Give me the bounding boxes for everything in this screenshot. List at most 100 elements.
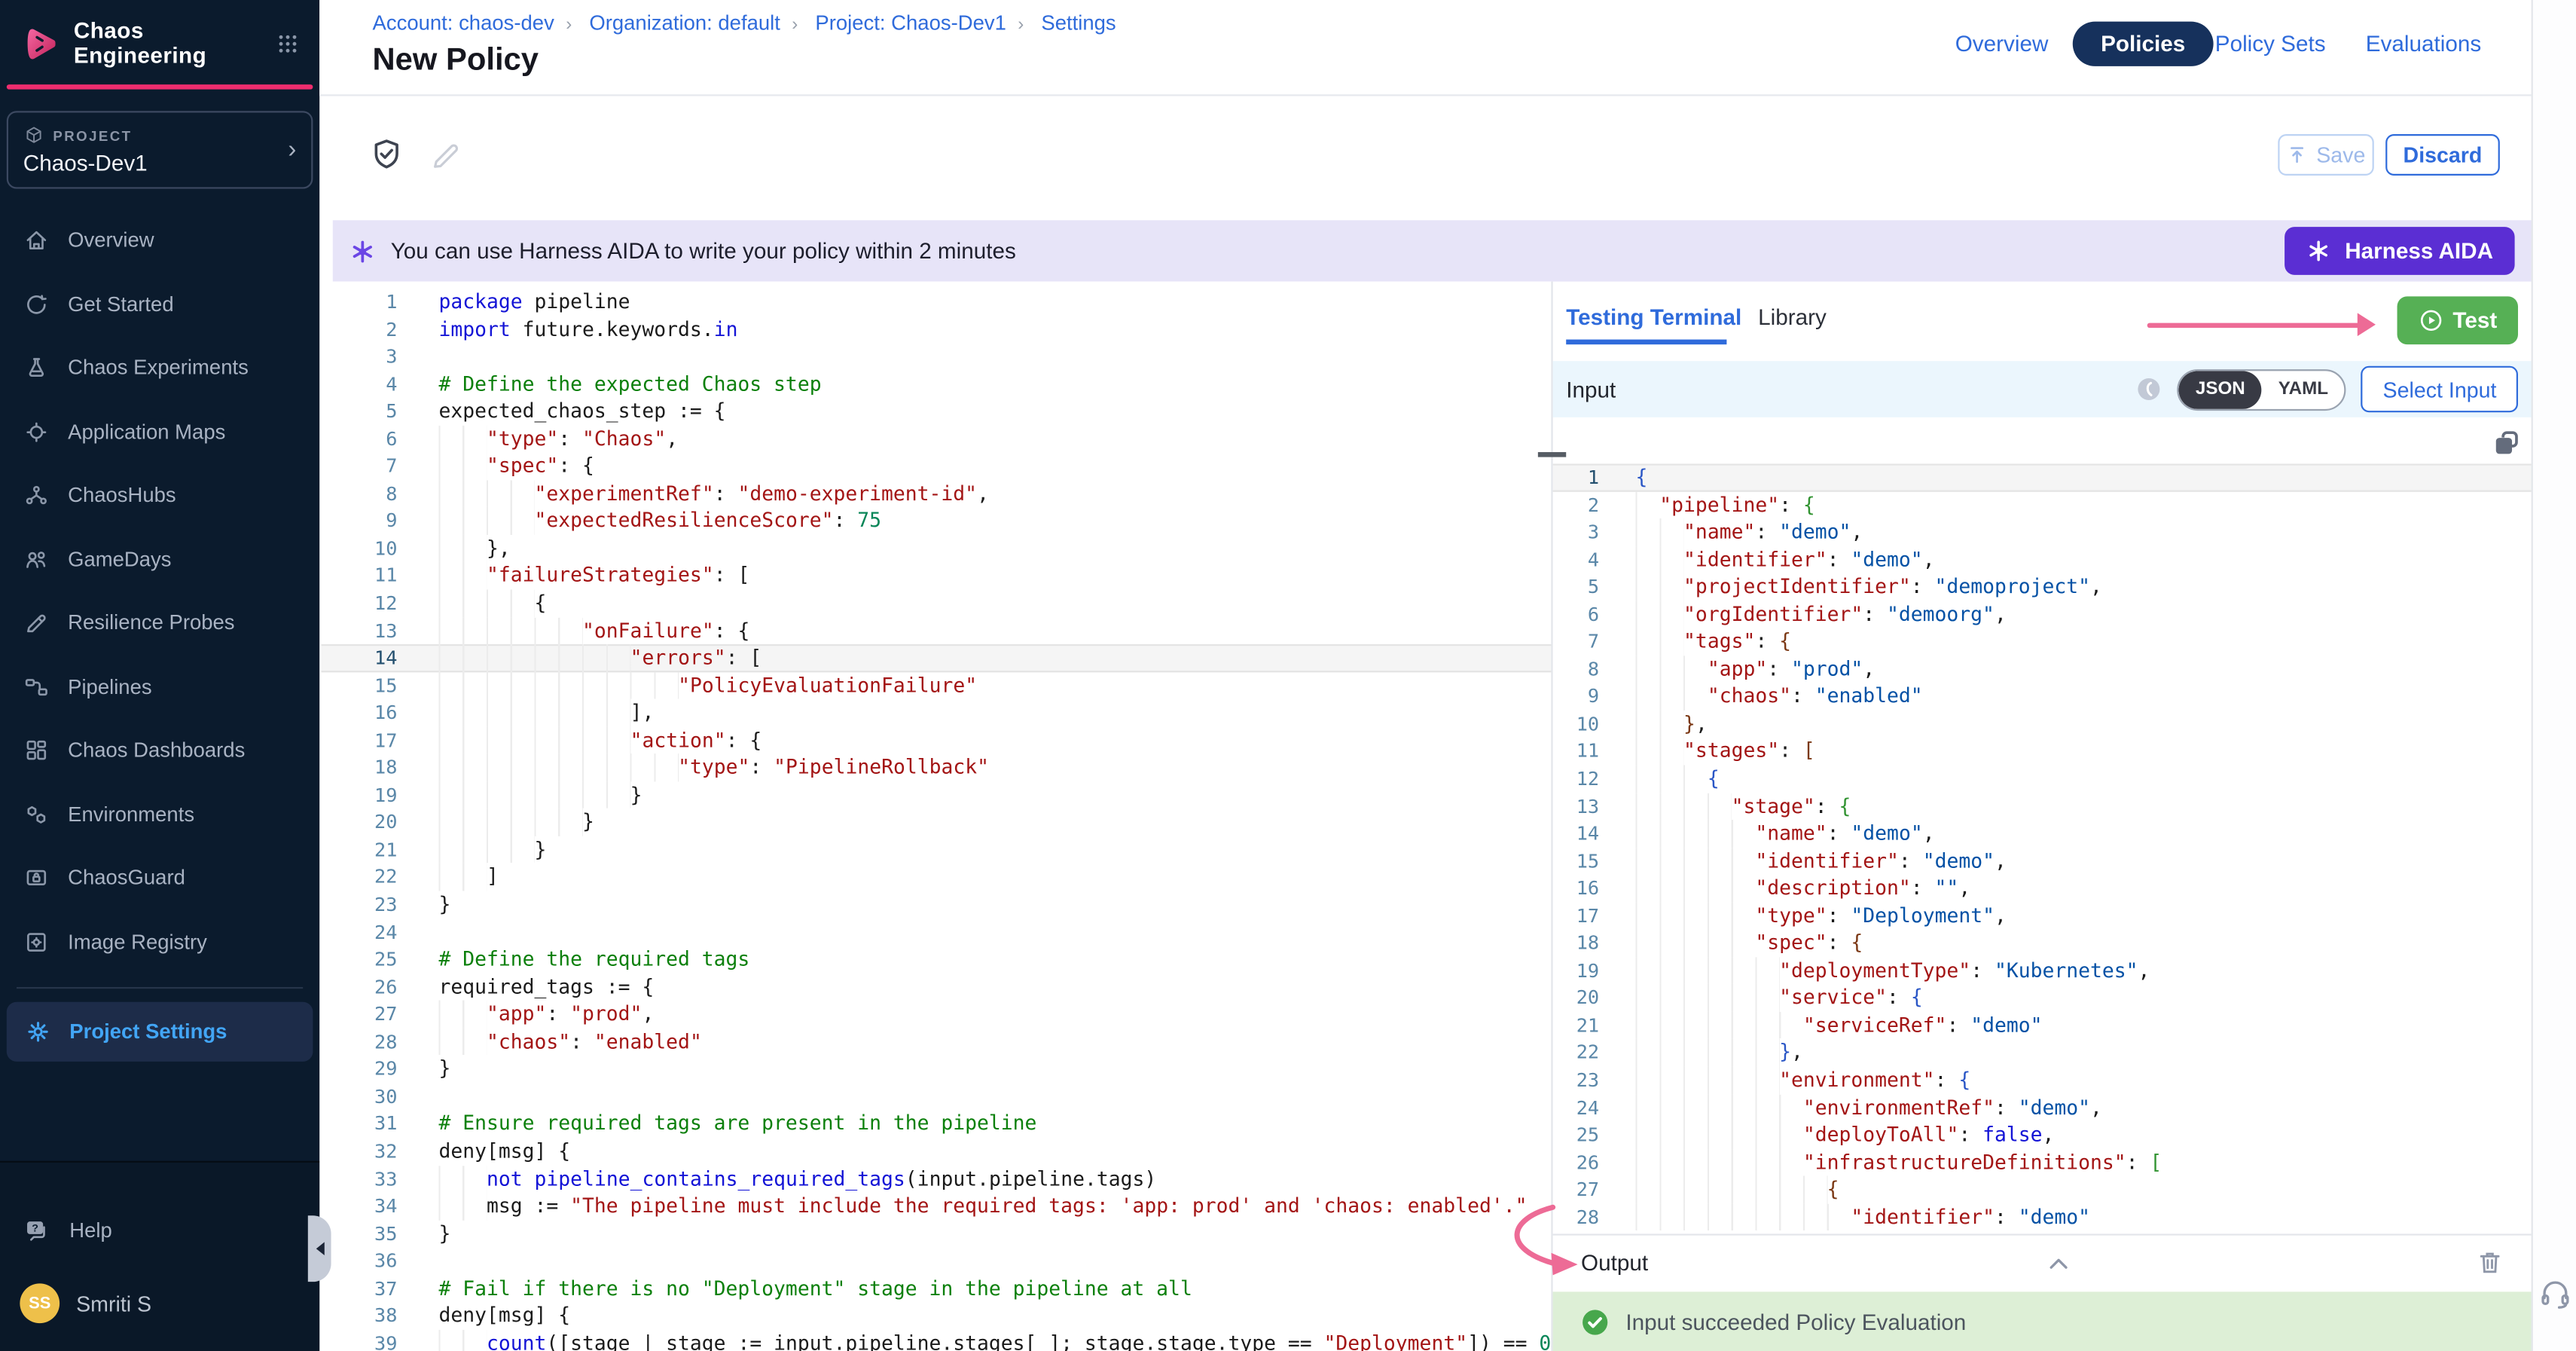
code-line[interactable]: 29} [321,1056,1551,1083]
code-line[interactable]: 26required_tags := { [321,974,1551,1001]
select-input-button[interactable]: Select Input [2361,366,2518,413]
sidebar-item-environments[interactable]: Environments [0,783,319,847]
edit-pencil-icon[interactable] [429,139,460,171]
code-line[interactable]: 6"type": "Chaos", [321,425,1551,452]
code-line[interactable]: 8"app": "prod", [1553,656,2532,683]
user-menu[interactable]: SS Smriti S [0,1283,319,1323]
sidebar-item-resilience-probes[interactable]: Resilience Probes [0,591,319,656]
input-json-editor[interactable]: 1{2"pipeline": {3"name": "demo",4"identi… [1553,460,2532,1237]
sidebar-item-get-started[interactable]: Get Started [0,273,319,337]
code-line[interactable]: 1{ [1553,463,2532,491]
tab-overview[interactable]: Overview [1955,32,2049,57]
policy-code-editor[interactable]: 1package pipeline2import future.keywords… [321,282,1551,1351]
code-line[interactable]: 11"failureStrategies": [ [321,562,1551,589]
code-line[interactable]: 10}, [321,535,1551,562]
code-line[interactable]: 21} [321,836,1551,863]
code-line[interactable]: 22] [321,863,1551,891]
code-line[interactable]: 21"serviceRef": "demo" [1553,1012,2532,1039]
sidebar-collapse-handle[interactable] [308,1215,331,1282]
support-headset-icon[interactable] [2538,1275,2572,1310]
code-line[interactable]: 9"chaos": "enabled" [1553,683,2532,710]
code-line[interactable]: 18"type": "PipelineRollback" [321,754,1551,781]
harness-aida-button[interactable]: Harness AIDA [2285,227,2514,275]
code-line[interactable]: 35} [321,1220,1551,1247]
tab-library[interactable]: Library [1758,304,1827,329]
breadcrumb-organization[interactable]: Organization: default [589,11,780,35]
code-line[interactable]: 17"type": "Deployment", [1553,902,2532,929]
code-line[interactable]: 26"infrastructureDefinitions": [ [1553,1149,2532,1176]
code-line[interactable]: 2"pipeline": { [1553,491,2532,518]
format-option-yaml[interactable]: YAML [2262,379,2345,399]
code-line[interactable]: 13"onFailure": { [321,617,1551,644]
code-line[interactable]: 27"app": "prod", [321,1001,1551,1028]
code-line[interactable]: 25"deployToAll": false, [1553,1121,2532,1148]
code-line[interactable]: 24 [321,918,1551,946]
code-line[interactable]: 5expected_chaos_step := { [321,398,1551,425]
code-line[interactable]: 19} [321,781,1551,808]
discard-button[interactable]: Discard [2385,134,2500,176]
code-line[interactable]: 37# Fail if there is no "Deployment" sta… [321,1275,1551,1302]
code-line[interactable]: 15"PolicyEvaluationFailure" [321,672,1551,699]
code-line[interactable]: 9"expectedResilienceScore": 75 [321,507,1551,534]
code-line[interactable]: 32deny[msg] { [321,1138,1551,1165]
code-line[interactable]: 31# Ensure required tags are present in … [321,1110,1551,1137]
code-line[interactable]: 20} [321,808,1551,836]
code-line[interactable]: 4"identifier": "demo", [1553,546,2532,573]
sidebar-item-overview[interactable]: Overview [0,209,319,273]
sidebar-item-chaos-dashboards[interactable]: Chaos Dashboards [0,719,319,783]
code-line[interactable]: 38deny[msg] { [321,1302,1551,1329]
code-line[interactable]: 23} [321,891,1551,918]
code-line[interactable]: 28"identifier": "demo" [1553,1203,2532,1230]
code-line[interactable]: 27{ [1553,1176,2532,1203]
breadcrumb-settings[interactable]: Settings [1041,11,1116,35]
sidebar-item-project-settings[interactable]: Project Settings [7,1002,313,1062]
code-line[interactable]: 39count([stage | stage := input.pipeline… [321,1329,1551,1351]
format-icon[interactable] [2136,376,2162,402]
code-line[interactable]: 33not pipeline_contains_required_tags(in… [321,1165,1551,1192]
code-line[interactable]: 14"name": "demo", [1553,820,2532,847]
panel-resize-handle[interactable] [1538,452,1566,457]
code-line[interactable]: 2import future.keywords.in [321,316,1551,343]
code-line[interactable]: 12{ [1553,765,2532,792]
code-line[interactable]: 30 [321,1083,1551,1110]
sidebar-item-gamedays[interactable]: GameDays [0,527,319,591]
tab-policy-sets[interactable]: Policy Sets [2215,32,2326,57]
project-selector[interactable]: PROJECT Chaos-Dev1 › [7,111,313,188]
code-line[interactable]: 7"spec": { [321,453,1551,480]
breadcrumb-project[interactable]: Project: Chaos-Dev1 [815,11,1006,35]
code-line[interactable]: 17"action": { [321,726,1551,753]
page-scrollbar[interactable] [2532,0,2576,1351]
code-line[interactable]: 20"service": { [1553,984,2532,1011]
code-line[interactable]: 5"projectIdentifier": "demoproject", [1553,573,2532,601]
code-line[interactable]: 11"stages": [ [1553,738,2532,765]
code-line[interactable]: 16], [321,699,1551,726]
chevron-up-icon[interactable] [2046,1252,2071,1277]
code-line[interactable]: 23"environment": { [1553,1067,2532,1094]
code-line[interactable]: 3"name": "demo", [1553,518,2532,546]
code-line[interactable]: 4# Define the expected Chaos step [321,371,1551,398]
code-line[interactable]: 18"spec": { [1553,930,2532,957]
code-line[interactable]: 15"identifier": "demo", [1553,848,2532,875]
code-line[interactable]: 36 [321,1247,1551,1274]
format-toggle[interactable]: JSON YAML [2178,368,2346,410]
code-line[interactable]: 7"tags": { [1553,628,2532,656]
code-line[interactable]: 34msg := "The pipeline must include the … [321,1193,1551,1220]
module-grid-icon[interactable] [277,31,300,56]
tab-policies[interactable]: Policies [2073,22,2214,66]
sidebar-item-chaos-experiments[interactable]: Chaos Experiments [0,336,319,400]
code-line[interactable]: 28"chaos": "enabled" [321,1028,1551,1055]
save-button[interactable]: Save [2278,134,2373,176]
code-line[interactable]: 1package pipeline [321,288,1551,315]
code-line[interactable]: 16"description": "", [1553,875,2532,902]
copy-icon[interactable] [2492,429,2522,459]
help-button[interactable]: ? Help [0,1206,319,1255]
code-line[interactable]: 10}, [1553,711,2532,738]
test-button[interactable]: Test [2397,296,2518,344]
code-line[interactable]: 8"experimentRef": "demo-experiment-id", [321,480,1551,507]
sidebar-item-image-registry[interactable]: Image Registry [0,910,319,974]
breadcrumb-account[interactable]: Account: chaos-dev [373,11,554,35]
code-line[interactable]: 22}, [1553,1039,2532,1066]
code-line[interactable]: 3 [321,343,1551,370]
code-line[interactable]: 25# Define the required tags [321,946,1551,973]
tab-evaluations[interactable]: Evaluations [2366,32,2481,57]
